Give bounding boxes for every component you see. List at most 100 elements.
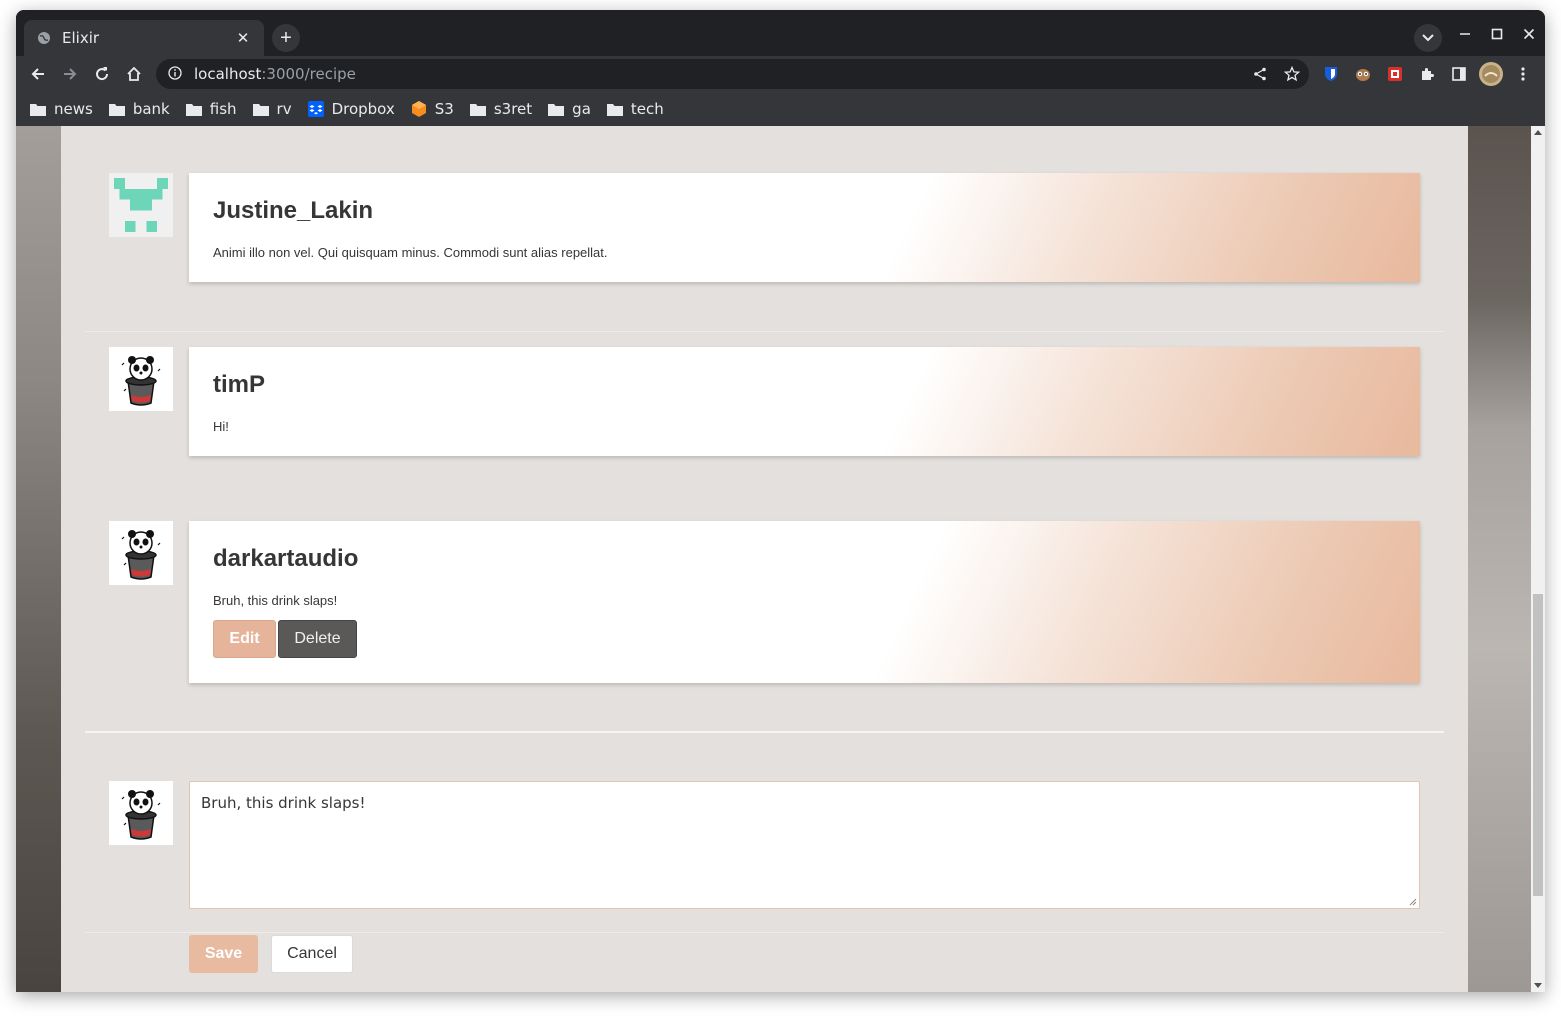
info-icon[interactable] <box>168 66 184 82</box>
bookmark-rv[interactable]: rv <box>252 100 292 118</box>
forward-button[interactable] <box>56 60 84 88</box>
comment-card: darkartaudio Bruh, this drink slaps! Edi… <box>189 521 1420 683</box>
arrow-right-icon <box>64 68 77 80</box>
tab-close-icon[interactable]: ✕ <box>234 29 252 47</box>
edit-button[interactable]: Edit <box>213 620 276 658</box>
panda-hat-icon <box>121 530 161 580</box>
url-path: :3000/recipe <box>261 65 356 83</box>
comment-item: darkartaudio Bruh, this drink slaps! Edi… <box>109 521 1420 683</box>
url-text: localhost:3000/recipe <box>194 65 356 83</box>
bookmark-ga[interactable]: ga <box>548 100 591 118</box>
save-button[interactable]: Save <box>189 935 258 973</box>
bookmark-label: news <box>54 100 93 118</box>
textarea-value: Bruh, this drink slaps! <box>201 794 366 812</box>
aws-s3-icon <box>411 101 427 117</box>
comment-text: Bruh, this drink slaps! <box>213 593 338 608</box>
comment-author: Justine_Lakin <box>213 197 374 224</box>
new-tab-button[interactable]: + <box>272 24 300 52</box>
bitwarden-extension-icon[interactable] <box>1321 64 1341 84</box>
profile-avatar[interactable] <box>1479 62 1503 86</box>
bookmark-label: Dropbox <box>331 100 395 118</box>
resize-handle-icon[interactable] <box>1409 898 1417 906</box>
red-extension-icon[interactable] <box>1385 64 1405 84</box>
divider <box>85 331 1444 332</box>
divider <box>85 932 1444 933</box>
bookmark-news[interactable]: news <box>30 100 93 118</box>
comment-author: timP <box>213 371 266 398</box>
minimize-button[interactable] <box>1453 22 1477 46</box>
bookmark-label: S3 <box>434 100 454 118</box>
bookmark-tech[interactable]: tech <box>606 100 664 118</box>
comments-section: Justine_Lakin Animi illo non vel. Qui qu… <box>61 126 1468 992</box>
folder-icon <box>185 103 202 116</box>
extensions-puzzle-icon[interactable] <box>1417 64 1437 84</box>
comment-item: Justine_Lakin Animi illo non vel. Qui qu… <box>109 173 1420 283</box>
privacy-badger-extension-icon[interactable] <box>1353 64 1373 84</box>
comment-text: Hi! <box>213 419 229 434</box>
tab-strip: Elixir ✕ + <box>16 10 1545 56</box>
bookmark-label: tech <box>630 100 664 118</box>
arrow-left-icon <box>31 68 44 80</box>
scroll-up-icon[interactable] <box>1534 130 1542 135</box>
bookmark-label: fish <box>209 100 237 118</box>
chevron-down-icon <box>1422 34 1434 42</box>
bookmark-fish[interactable]: fish <box>185 100 237 118</box>
bookmark-bank[interactable]: bank <box>108 100 170 118</box>
bookmark-label: bank <box>132 100 170 118</box>
globe-icon <box>36 30 52 46</box>
bookmark-label: rv <box>276 100 292 118</box>
close-window-button[interactable] <box>1517 22 1541 46</box>
maximize-button[interactable] <box>1485 22 1509 46</box>
tab-search-button[interactable] <box>1414 24 1442 52</box>
background-image-left <box>16 126 61 992</box>
cancel-button[interactable]: Cancel <box>271 935 353 973</box>
home-button[interactable] <box>120 60 148 88</box>
bookmark-dropbox[interactable]: Dropbox <box>307 100 395 118</box>
comment-textarea[interactable]: Bruh, this drink slaps! <box>189 781 1420 909</box>
bookmark-s3ret[interactable]: s3ret <box>469 100 533 118</box>
browser-tab[interactable]: Elixir ✕ <box>24 20 264 56</box>
back-button[interactable] <box>24 60 52 88</box>
star-icon[interactable] <box>1283 65 1301 83</box>
scroll-down-icon[interactable] <box>1534 983 1542 988</box>
share-icon[interactable] <box>1251 65 1269 83</box>
panda-hat-icon <box>121 790 161 840</box>
reload-button[interactable] <box>88 60 116 88</box>
folder-icon <box>108 103 125 116</box>
side-panel-icon[interactable] <box>1449 64 1469 84</box>
dropbox-icon <box>307 101 324 117</box>
divider <box>85 731 1444 733</box>
bookmark-label: ga <box>572 100 591 118</box>
comment-item: timP Hi! <box>109 347 1420 457</box>
bookmarks-bar: news bank fish rv Dropbox S3 s3ret ga te… <box>16 92 1545 126</box>
identicon-icon <box>114 178 168 232</box>
scrollbar-thumb[interactable] <box>1533 594 1543 896</box>
comment-card: Justine_Lakin Animi illo non vel. Qui qu… <box>189 173 1420 282</box>
bookmark-label: s3ret <box>493 100 533 118</box>
bookmark-s3[interactable]: S3 <box>411 100 454 118</box>
reload-icon <box>96 67 109 81</box>
tab-title: Elixir <box>62 29 100 47</box>
avatar <box>109 347 173 411</box>
comment-author: darkartaudio <box>213 545 359 572</box>
comment-card: timP Hi! <box>189 347 1420 456</box>
delete-button[interactable]: Delete <box>278 620 357 658</box>
browser-window: Elixir ✕ + localhost:3000/recipe news ba… <box>16 10 1545 992</box>
folder-icon <box>252 103 269 116</box>
avatar <box>109 173 173 237</box>
avatar <box>109 521 173 585</box>
folder-icon <box>548 103 565 116</box>
folder-icon <box>30 103 46 116</box>
page-viewport: Justine_Lakin Animi illo non vel. Qui qu… <box>16 126 1545 992</box>
folder-icon <box>606 103 623 116</box>
avatar <box>109 781 173 845</box>
comment-text: Animi illo non vel. Qui quisquam minus. … <box>213 245 608 260</box>
url-host: localhost <box>194 65 262 83</box>
home-icon <box>127 66 141 81</box>
vertical-scrollbar[interactable] <box>1531 126 1545 992</box>
background-image-right <box>1467 126 1531 992</box>
address-bar[interactable]: localhost:3000/recipe <box>156 59 1309 89</box>
browser-toolbar: localhost:3000/recipe <box>16 56 1545 92</box>
more-menu-icon[interactable] <box>1513 64 1533 84</box>
panda-hat-icon <box>121 356 161 406</box>
